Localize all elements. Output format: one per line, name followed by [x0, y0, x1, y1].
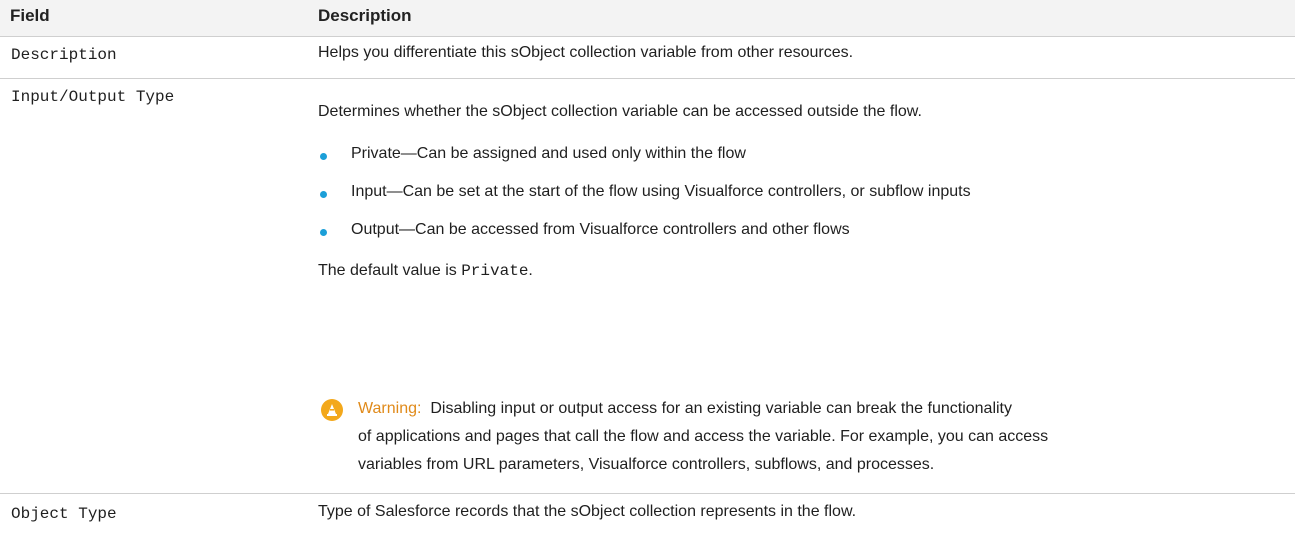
field-name: Description [11, 46, 117, 64]
row-divider [0, 78, 1295, 79]
default-value: Private [461, 262, 529, 280]
warning-label: Warning: [358, 400, 422, 417]
table-header-row: Field Description [0, 0, 1295, 36]
bullet-dot-icon [320, 191, 327, 198]
warning-line-2: of applications and pages that call the … [358, 428, 1049, 445]
field-description: Helps you differentiate this sObject col… [318, 44, 854, 61]
header-divider [0, 36, 1295, 37]
bullet-dot-icon [320, 229, 327, 236]
header-field: Field [10, 6, 50, 25]
list-item: Private—Can be assigned and used only wi… [351, 145, 746, 162]
warning-line-3: variables from URL parameters, Visualfor… [358, 456, 935, 473]
list-item: Output—Can be accessed from Visualforce … [351, 221, 850, 238]
bullet-dot-icon [320, 153, 327, 160]
field-name: Object Type [11, 505, 117, 523]
warning-text: Disabling input or output access for an … [430, 400, 1012, 417]
header-description: Description [318, 6, 412, 25]
row-divider [0, 493, 1295, 494]
list-item: Input—Can be set at the start of the flo… [351, 183, 971, 200]
default-suffix: . [528, 262, 533, 279]
default-value-note: The default value is Private. [318, 262, 533, 280]
field-description: Type of Salesforce records that the sObj… [318, 503, 857, 520]
field-name: Input/Output Type [11, 88, 175, 106]
default-prefix: The default value is [318, 262, 462, 279]
warning-line-1: Warning: Disabling input or output acces… [358, 400, 1012, 418]
field-description-intro: Determines whether the sObject collectio… [318, 103, 922, 120]
warning-cone-icon [321, 399, 343, 421]
